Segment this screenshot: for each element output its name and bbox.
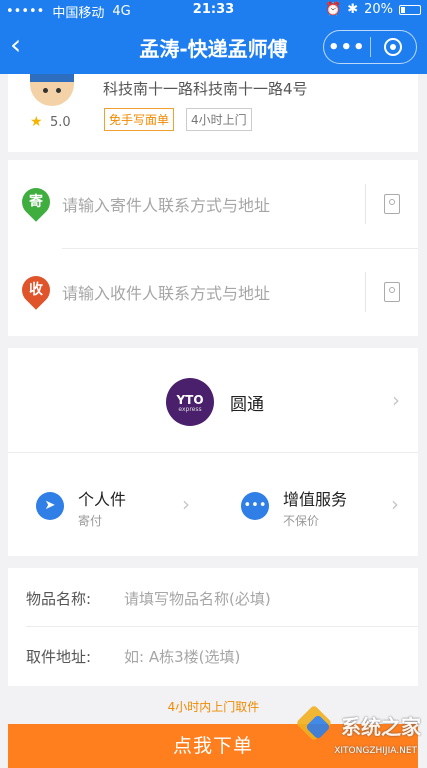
pickup-address-label: 取件地址:: [26, 648, 92, 666]
bluetooth-icon: ✱: [347, 2, 359, 17]
contact-book-icon[interactable]: [384, 282, 400, 302]
chevron-right-icon: ›: [182, 492, 190, 516]
watermark-logo-icon: [295, 704, 337, 746]
contact-book-icon[interactable]: [384, 194, 400, 214]
miniprogram-capsule: •••: [323, 30, 417, 64]
parcel-type-title: 个人件: [78, 490, 127, 509]
avatar: [30, 74, 74, 106]
watermark-text: 系统之家: [341, 714, 421, 739]
sender-input[interactable]: 请输入寄件人联系方式与地址: [62, 192, 270, 216]
parcel-type-sub: 寄付: [78, 514, 103, 528]
value-added-title: 增值服务: [283, 490, 348, 509]
goods-name-label: 物品名称:: [26, 590, 92, 608]
close-miniprogram-button[interactable]: [370, 38, 416, 56]
yto-logo: YTO express: [166, 378, 214, 426]
receiver-pin-icon: 收: [16, 270, 56, 310]
nav-bar: ‹ 孟涛-快递孟师傅 •••: [0, 20, 427, 74]
carrier-name: 圆通: [230, 395, 264, 415]
battery-icon: [399, 4, 421, 15]
address-card: 寄 请输入寄件人联系方式与地址 收 请输入收件人联系方式与地址: [8, 160, 418, 336]
receiver-input[interactable]: 请输入收件人联系方式与地址: [62, 280, 270, 304]
battery-percent: 20%: [364, 2, 393, 17]
sender-pin-icon: 寄: [16, 182, 56, 222]
receiver-row[interactable]: 收 请输入收件人联系方式与地址: [8, 248, 418, 336]
goods-card: 物品名称: 请填写物品名称(必填) 取件地址: 如: A栋3楼(选填): [8, 568, 418, 686]
courier-address: 科技南十一路科技南十一路4号: [103, 80, 308, 98]
free-label-tag: 免手写面单: [104, 108, 175, 131]
chevron-right-icon: ›: [391, 492, 399, 516]
parcel-type-option[interactable]: ➤ 个人件 寄付 ›: [8, 452, 213, 556]
watermark-url: XITONGZHIJIA.NET: [334, 746, 417, 756]
pickup-time-tag: 4小时上门: [186, 108, 252, 131]
chevron-right-icon: ›: [392, 388, 400, 412]
goods-name-input[interactable]: 请填写物品名称(必填): [124, 588, 271, 609]
alarm-icon: ⏰: [325, 2, 342, 17]
more-dots-icon: •••: [241, 492, 269, 520]
watermark: 系统之家: [295, 704, 421, 746]
more-button[interactable]: •••: [324, 37, 370, 58]
sender-row[interactable]: 寄 请输入寄件人联系方式与地址: [8, 160, 418, 249]
service-card: YTO express 圆通 › ➤ 个人件 寄付 › ••• 增值服务 不保价 …: [8, 348, 418, 556]
value-added-option[interactable]: ••• 增值服务 不保价 ›: [213, 452, 418, 556]
target-icon: [384, 38, 403, 56]
courier-card: 科技南十一路科技南十一路4号 ★ 5.0 免手写面单 4小时上门: [8, 74, 418, 152]
star-icon: ★: [30, 114, 43, 130]
send-icon: ➤: [36, 492, 64, 520]
courier-rating: 5.0: [50, 115, 71, 130]
value-added-sub: 不保价: [283, 514, 320, 528]
carrier-select-row[interactable]: YTO express 圆通 ›: [8, 348, 418, 452]
status-bar: ••••• 中国移动 4G 21:33 ⏰ ✱ 20%: [0, 0, 427, 21]
pickup-address-input[interactable]: 如: A栋3楼(选填): [124, 646, 240, 667]
